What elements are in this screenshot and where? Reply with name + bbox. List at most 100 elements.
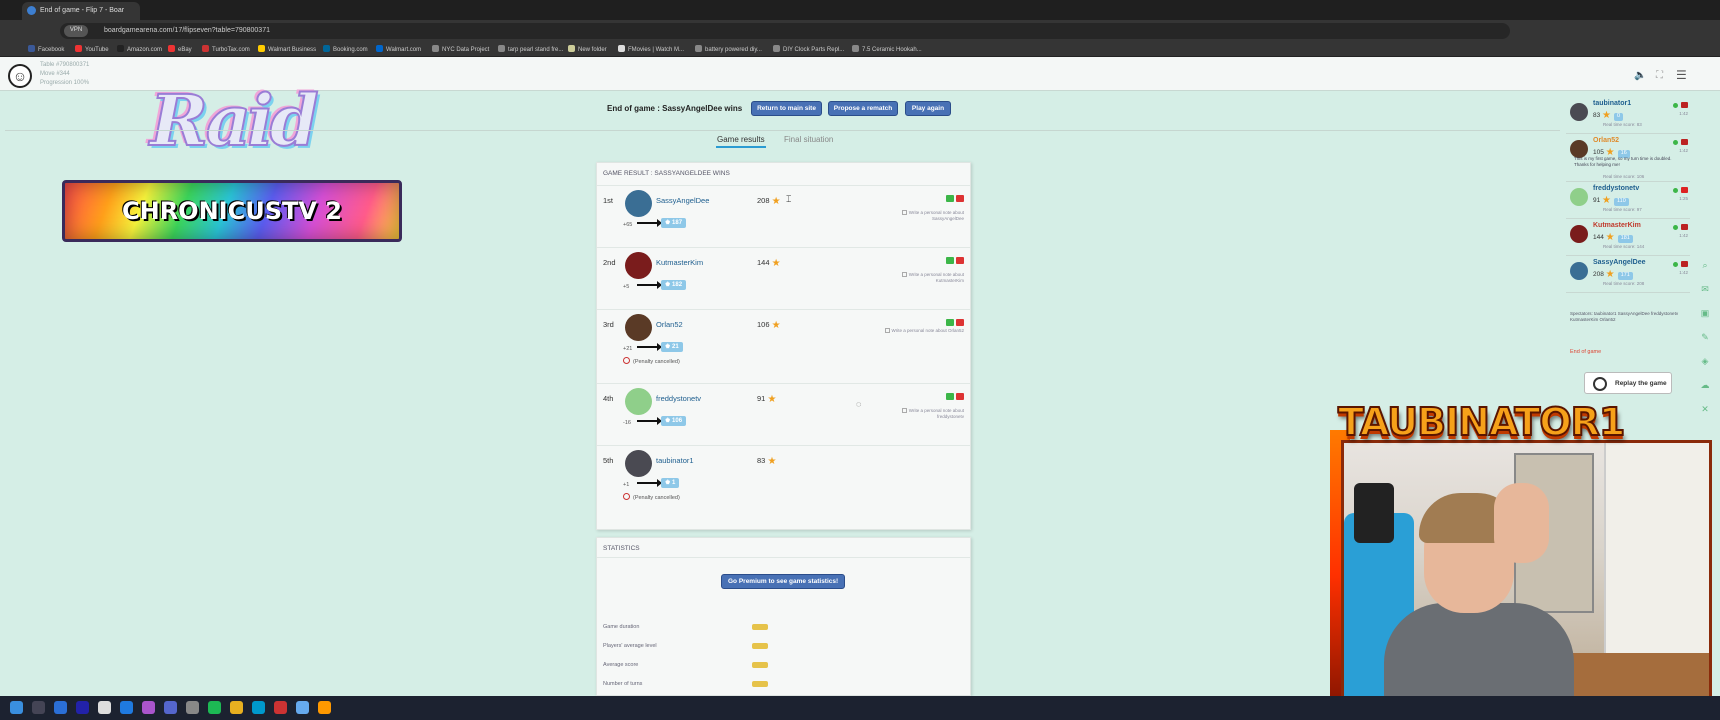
report-flags[interactable] [944,393,964,402]
player-name[interactable]: SassyAngelDee [1593,259,1646,266]
edge-icon[interactable] [54,701,67,714]
spotify-icon[interactable] [208,701,221,714]
bookmark-item[interactable]: YouTube [75,45,109,53]
avatar [1570,225,1588,243]
bookmark-item[interactable]: Booking.com [323,45,368,53]
country-flag-icon [1681,261,1688,267]
bookmark-item[interactable]: Walmart.com [376,45,421,53]
search-icon[interactable] [32,701,45,714]
player-time: 1:25 [1679,196,1688,201]
vpn-pill[interactable]: VPN [64,25,88,37]
bookmarks-bar: Facebook YouTube Amazon.com eBay TurboTa… [0,42,1720,57]
report-flags[interactable] [944,319,964,328]
avatar[interactable] [625,314,652,341]
player-name[interactable]: freddystonetv [656,394,701,403]
player-card[interactable]: KutmasterKim 144 ★ 181 Real time score: 1… [1566,219,1690,256]
bookmark-item[interactable]: tarp pearl stand fre... [498,45,563,53]
player-name[interactable]: taubinator1 [1593,100,1631,107]
app-icon[interactable] [230,701,243,714]
search-icon[interactable]: ⌕ [1696,260,1714,284]
personal-note[interactable]: Write a personal note about Orlan52 [874,328,964,334]
bookmark-item[interactable]: Amazon.com [117,45,162,53]
play-again-button[interactable]: Play again [905,101,951,116]
bookmark-item[interactable]: Facebook [28,45,64,53]
avatar[interactable] [625,388,652,415]
bookmark-item[interactable]: eBay [168,45,192,53]
thumb-down-icon [956,195,964,202]
edit-icon[interactable]: ✎ [1696,332,1714,356]
discord-icon[interactable] [164,701,177,714]
clock-icon [623,493,630,500]
thumb-down-icon [956,319,964,326]
arrow-icon [637,281,662,289]
app-icon[interactable] [142,701,155,714]
settings-icon[interactable] [186,701,199,714]
chrome-icon[interactable] [318,701,331,714]
star-icon: ★ [771,320,781,331]
bookmark-item[interactable]: FMovies | Watch M... [618,45,684,53]
player-name[interactable]: freddystonetv [1593,185,1639,192]
app-icon[interactable] [252,701,265,714]
bookmark-item[interactable]: NYC Data Project [432,45,489,53]
fullscreen-icon[interactable]: ⛶ [1656,70,1663,81]
star-icon: ★ [771,196,781,207]
bookmark-item[interactable]: TurboTax.com [202,45,250,53]
player-name[interactable]: taubinator1 [656,456,694,465]
app-icon[interactable] [274,701,287,714]
stat-label: Game duration [603,624,640,630]
personal-note[interactable]: Write a personal note about SassyAngelDe… [874,210,964,222]
menu-icon[interactable]: ☰ [1676,68,1687,82]
personal-note[interactable]: Write a personal note about KutmasterKim [874,272,964,284]
player-name[interactable]: Orlan52 [656,320,683,329]
bookmark-item[interactable]: New folder [568,45,607,53]
briefcase-icon[interactable]: ▣ [1696,308,1714,332]
replay-game-button[interactable]: Replay the game [1584,372,1672,394]
active-tab-indicator [716,146,766,148]
browser-toolbar: ← → ↻ VPNboardgamearena.com/17/flipseven… [0,20,1720,56]
browser-tab[interactable]: End of game - Flip 7 - Boar [22,2,140,20]
player-stats: 144 ★ 181 [1593,232,1633,243]
app-icon[interactable] [296,701,309,714]
player-card[interactable]: Orlan52 105 ★ 16 This is my first game, s… [1566,134,1690,182]
player-card[interactable]: freddystonetv 91 ★ 110 Real time score: 9… [1566,182,1690,219]
online-status-icon [1673,262,1678,267]
tag-icon[interactable]: ◈ [1696,356,1714,380]
avatar[interactable] [625,190,652,217]
report-flags[interactable] [944,257,964,266]
bookmark-item[interactable]: DIY Clock Parts Repl... [773,45,844,53]
lock-icon [752,643,768,649]
tab-title: End of game - Flip 7 - Boar [40,7,125,14]
player-name[interactable]: KutmasterKim [1593,222,1641,229]
rank: 1st [603,196,614,205]
player-card[interactable]: taubinator1 83 ★ 0 Real time score: 83 1:… [1566,97,1690,134]
player-name[interactable]: SassyAngelDee [656,196,709,205]
online-status-icon [1673,103,1678,108]
bga-logo[interactable]: ☺ [8,64,32,88]
tab-final-situation[interactable]: Final situation [784,135,833,144]
propose-rematch-button[interactable]: Propose a rematch [828,101,898,116]
avatar[interactable] [625,252,652,279]
sound-icon[interactable]: 🔈 [1634,70,1646,81]
return-main-site-button[interactable]: Return to main site [751,101,822,116]
elo-delta: +21 [623,346,633,352]
bookmark-item[interactable]: 7.5 Ceramic Hookah... [852,45,922,53]
chat-icon[interactable]: ✉ [1696,284,1714,308]
bga-favicon-icon [27,6,36,15]
avatar[interactable] [625,450,652,477]
rank: 4th [603,394,614,403]
file-explorer-icon[interactable] [98,701,111,714]
url-text: boardgamearena.com/17/flipseven?table=79… [104,27,270,34]
player-name[interactable]: Orlan52 [1593,137,1619,144]
bookmark-item[interactable]: battery powered diy... [695,45,762,53]
personal-note[interactable]: Write a personal note about freddystonet… [874,408,964,420]
bookmark-item[interactable]: Walmart Business [258,45,316,53]
tab-game-results[interactable]: Game results [717,135,765,144]
go-premium-button[interactable]: Go Premium to see game statistics! [721,574,846,589]
report-flags[interactable] [944,195,964,204]
app-icon[interactable] [76,701,89,714]
player-card[interactable]: SassyAngelDee 208 ★ 171 Real time score: … [1566,256,1690,293]
mail-icon[interactable] [120,701,133,714]
address-bar[interactable]: VPN boardgamearena.com/17/flipseven?table… [60,23,1510,39]
start-icon[interactable] [10,701,23,714]
player-name[interactable]: KutmasterKim [656,258,703,267]
